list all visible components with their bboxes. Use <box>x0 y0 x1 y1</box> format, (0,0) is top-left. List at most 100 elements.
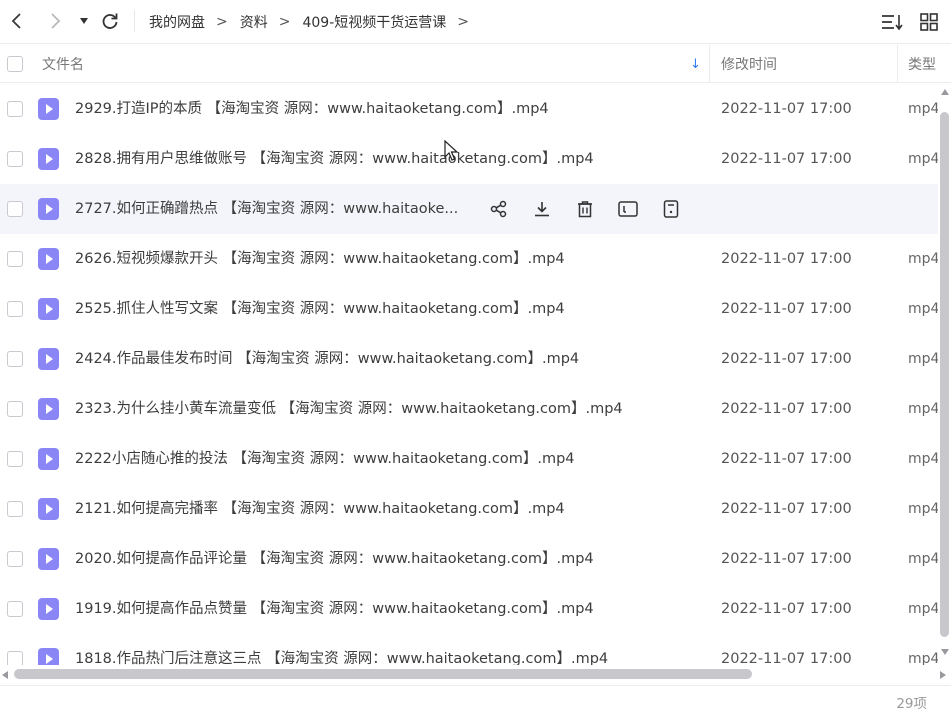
delete-button[interactable] <box>573 197 597 221</box>
view-toggle-button[interactable] <box>917 10 941 34</box>
breadcrumb-item-current[interactable]: 409-短视频干货运营课 <box>302 12 446 32</box>
file-type: mp4 <box>908 451 938 467</box>
refresh-icon <box>102 13 118 29</box>
file-modified-time: 2022-11-07 17:00 <box>721 601 852 617</box>
horizontal-scrollbar[interactable] <box>0 665 951 684</box>
select-all-checkbox[interactable] <box>7 56 23 72</box>
sort-arrow-icon[interactable]: ↓ <box>690 45 701 83</box>
download-icon <box>535 202 549 217</box>
breadcrumb-item-root[interactable]: 我的网盘 <box>149 12 205 32</box>
file-type: mp4 <box>908 551 938 567</box>
file-row[interactable]: 2424.作品最佳发布时间 【海淘宝资 源网：www.haitaoketang.… <box>0 334 938 384</box>
mouse-cursor-icon <box>444 140 458 161</box>
file-type: mp4 <box>908 651 938 665</box>
breadcrumb-separator[interactable]: > <box>457 14 469 30</box>
file-row[interactable]: 2828.拥有用户思维做账号 【海淘宝资 源网：www.haitaoketang… <box>0 134 938 184</box>
navigation-bar: 我的网盘 > 资料 > 409-短视频干货运营课 > <box>0 0 951 44</box>
file-row[interactable]: 2121.如何提高完播率 【海淘宝资 源网：www.haitaoketang.c… <box>0 484 938 534</box>
history-dropdown-button[interactable] <box>76 8 92 34</box>
sort-button[interactable] <box>880 10 904 34</box>
row-checkbox[interactable] <box>7 601 23 617</box>
back-button[interactable] <box>6 8 28 34</box>
file-name[interactable]: 2525.抓住人性写文案 【海淘宝资 源网：www.haitaoketang.c… <box>75 284 565 334</box>
more-button[interactable] <box>659 197 683 221</box>
file-list: 2929.打造IP的本质 【海淘宝资 源网：www.haitaoketang.c… <box>0 84 938 665</box>
row-checkbox[interactable] <box>7 651 23 665</box>
video-file-icon <box>38 98 59 120</box>
file-name[interactable]: 2727.如何正确蹭热点 【海淘宝资 源网：www.haitaoke... <box>75 184 458 234</box>
column-divider[interactable] <box>897 45 898 83</box>
file-row[interactable]: 2626.短视频爆款开头 【海淘宝资 源网：www.haitaoketang.c… <box>0 234 938 284</box>
row-checkbox[interactable] <box>7 551 23 567</box>
file-row[interactable]: 2020.如何提高作品评论量 【海淘宝资 源网：www.haitaoketang… <box>0 534 938 584</box>
item-count: 29项 <box>896 696 927 712</box>
file-name[interactable]: 2020.如何提高作品评论量 【海淘宝资 源网：www.haitaoketang… <box>75 534 594 584</box>
breadcrumb: 我的网盘 > 资料 > 409-短视频干货运营课 > <box>149 0 481 44</box>
share-button[interactable] <box>487 197 511 221</box>
file-type: mp4 <box>908 101 938 117</box>
row-checkbox[interactable] <box>7 151 23 167</box>
file-row[interactable]: 2525.抓住人性写文案 【海淘宝资 源网：www.haitaoketang.c… <box>0 284 938 334</box>
file-modified-time: 2022-11-07 17:00 <box>721 501 852 517</box>
file-name[interactable]: 2424.作品最佳发布时间 【海淘宝资 源网：www.haitaoketang.… <box>75 334 579 384</box>
sort-icon <box>882 15 903 31</box>
file-name[interactable]: 1818.作品热门后注意这三点 【海淘宝资 源网：www.haitaoketan… <box>75 634 608 665</box>
video-file-icon <box>38 548 59 570</box>
file-row[interactable]: 1818.作品热门后注意这三点 【海淘宝资 源网：www.haitaoketan… <box>0 634 938 665</box>
file-name[interactable]: 2323.为什么挂小黄车流量变低 【海淘宝资 源网：www.haitaoketa… <box>75 384 623 434</box>
row-checkbox[interactable] <box>7 301 23 317</box>
video-file-icon <box>38 398 59 420</box>
breadcrumb-separator: > <box>216 14 228 30</box>
file-row[interactable]: 2323.为什么挂小黄车流量变低 【海淘宝资 源网：www.haitaoketa… <box>0 384 938 434</box>
file-name[interactable]: 2626.短视频爆款开头 【海淘宝资 源网：www.haitaoketang.c… <box>75 234 565 284</box>
row-checkbox[interactable] <box>7 501 23 517</box>
column-header-modified[interactable]: 修改时间 <box>721 45 777 83</box>
column-header-name[interactable]: 文件名 <box>42 45 84 83</box>
caret-down-icon <box>80 18 88 24</box>
file-list-header: 文件名 ↓ 修改时间 类型 <box>0 45 951 83</box>
grid-view-icon <box>920 13 938 31</box>
forward-button[interactable] <box>44 8 66 34</box>
video-file-icon <box>38 448 59 470</box>
vertical-scroll-thumb[interactable] <box>940 112 949 637</box>
refresh-button[interactable] <box>99 8 121 34</box>
row-actions <box>487 197 702 221</box>
file-row-hovered[interactable]: 2727.如何正确蹭热点 【海淘宝资 源网：www.haitaoke... <box>0 184 938 234</box>
row-checkbox[interactable] <box>7 351 23 367</box>
column-header-type[interactable]: 类型 <box>908 45 936 83</box>
file-modified-time: 2022-11-07 17:00 <box>721 451 852 467</box>
file-modified-time: 2022-11-07 17:00 <box>721 651 852 665</box>
row-checkbox[interactable] <box>7 251 23 267</box>
row-checkbox[interactable] <box>7 201 23 217</box>
horizontal-scroll-thumb[interactable] <box>14 669 752 679</box>
file-type: mp4 <box>908 601 938 617</box>
video-file-icon <box>38 148 59 170</box>
file-name[interactable]: 2828.拥有用户思维做账号 【海淘宝资 源网：www.haitaoketang… <box>75 134 594 184</box>
file-modified-time: 2022-11-07 17:00 <box>721 151 852 167</box>
file-name[interactable]: 2121.如何提高完播率 【海淘宝资 源网：www.haitaoketang.c… <box>75 484 565 534</box>
file-type: mp4 <box>908 401 938 417</box>
file-modified-time: 2022-11-07 17:00 <box>721 351 852 367</box>
scroll-down-arrow-icon[interactable] <box>941 649 949 655</box>
row-checkbox[interactable] <box>7 401 23 417</box>
download-button[interactable] <box>530 197 554 221</box>
file-modified-time: 2022-11-07 17:00 <box>721 101 852 117</box>
scroll-up-arrow-icon[interactable] <box>941 89 949 95</box>
file-row[interactable]: 2222小店随心推的投法 【海淘宝资 源网：www.haitaoketang.c… <box>0 434 938 484</box>
file-row[interactable]: 1919.如何提高作品点赞量 【海淘宝资 源网：www.haitaoketang… <box>0 584 938 634</box>
file-name[interactable]: 2929.打造IP的本质 【海淘宝资 源网：www.haitaoketang.c… <box>75 84 549 134</box>
column-divider[interactable] <box>709 45 710 83</box>
file-name[interactable]: 2222小店随心推的投法 【海淘宝资 源网：www.haitaoketang.c… <box>75 434 575 484</box>
breadcrumb-item-folder[interactable]: 资料 <box>240 12 268 32</box>
rename-button[interactable] <box>616 197 640 221</box>
scroll-right-arrow-icon[interactable] <box>940 671 946 679</box>
video-file-icon <box>38 298 59 320</box>
row-checkbox[interactable] <box>7 451 23 467</box>
file-name[interactable]: 1919.如何提高作品点赞量 【海淘宝资 源网：www.haitaoketang… <box>75 584 594 634</box>
file-type <box>908 184 938 234</box>
scroll-left-arrow-icon[interactable] <box>2 671 8 679</box>
file-row[interactable]: 2929.打造IP的本质 【海淘宝资 源网：www.haitaoketang.c… <box>0 84 938 134</box>
vertical-scrollbar[interactable] <box>938 84 951 665</box>
nav-divider <box>134 10 135 32</box>
row-checkbox[interactable] <box>7 101 23 117</box>
